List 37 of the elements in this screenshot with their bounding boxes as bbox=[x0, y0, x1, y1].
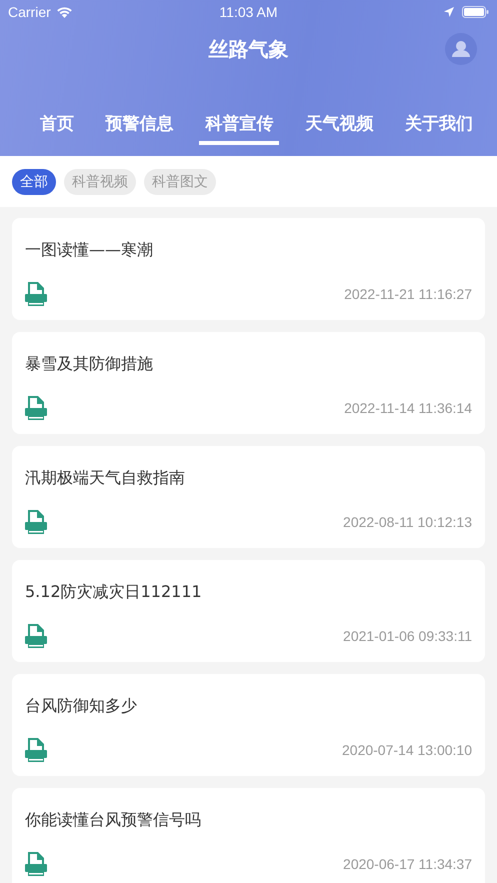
battery-icon bbox=[462, 6, 489, 18]
nav-tab[interactable]: 科普宣传 bbox=[199, 108, 280, 145]
article-time: 2022-11-21 11:16:27 bbox=[344, 286, 472, 302]
article-time: 2020-06-17 11:34:37 bbox=[343, 856, 472, 872]
carrier-label: Carrier bbox=[8, 4, 51, 20]
image-file-icon bbox=[25, 396, 47, 420]
location-icon bbox=[444, 7, 454, 17]
nav-tab[interactable]: 预警信息 bbox=[100, 108, 180, 145]
image-file-icon bbox=[25, 282, 47, 306]
article-title: 5.12防灾减灾日112111 bbox=[25, 582, 203, 603]
image-file-icon bbox=[25, 624, 47, 648]
nav-tab[interactable]: 关于我们 bbox=[399, 108, 480, 145]
nav-tab[interactable]: 首页 bbox=[34, 108, 80, 145]
article-card[interactable]: 暴雪及其防御措施 2022-11-14 11:36:14 bbox=[12, 332, 485, 434]
article-card[interactable]: 一图读懂——寒潮 2022-11-21 11:16:27 bbox=[12, 218, 485, 320]
article-time: 2022-11-14 11:36:14 bbox=[344, 400, 472, 416]
article-title: 一图读懂——寒潮 bbox=[25, 240, 154, 261]
article-title: 你能读懂台风预警信号吗 bbox=[25, 810, 202, 831]
nav-tab[interactable]: 天气视频 bbox=[299, 108, 380, 145]
image-file-icon bbox=[25, 738, 47, 762]
wifi-icon bbox=[56, 6, 73, 18]
article-time: 2021-01-06 09:33:11 bbox=[343, 628, 472, 644]
article-title: 暴雪及其防御措施 bbox=[25, 354, 154, 375]
article-card[interactable]: 5.12防灾减灾日112111 2021-01-06 09:33:11 bbox=[12, 560, 485, 662]
article-title: 汛期极端天气自救指南 bbox=[25, 468, 186, 489]
app-title: 丝路气象 bbox=[208, 36, 288, 62]
avatar-icon[interactable] bbox=[445, 33, 477, 65]
image-file-icon bbox=[25, 852, 47, 876]
article-card[interactable]: 你能读懂台风预警信号吗 2020-06-17 11:34:37 bbox=[12, 788, 485, 883]
article-card[interactable]: 汛期极端天气自救指南 2022-08-11 10:12:13 bbox=[12, 446, 485, 548]
filter-chip[interactable]: 全部 bbox=[12, 168, 56, 194]
article-title: 台风防御知多少 bbox=[25, 696, 138, 717]
article-card[interactable]: 台风防御知多少 2020-07-14 13:00:10 bbox=[12, 674, 485, 776]
status-time: 11:03 AM bbox=[218, 4, 279, 20]
article-time: 2020-07-14 13:00:10 bbox=[342, 742, 472, 758]
image-file-icon bbox=[25, 510, 47, 534]
article-time: 2022-08-11 10:12:13 bbox=[343, 514, 472, 530]
